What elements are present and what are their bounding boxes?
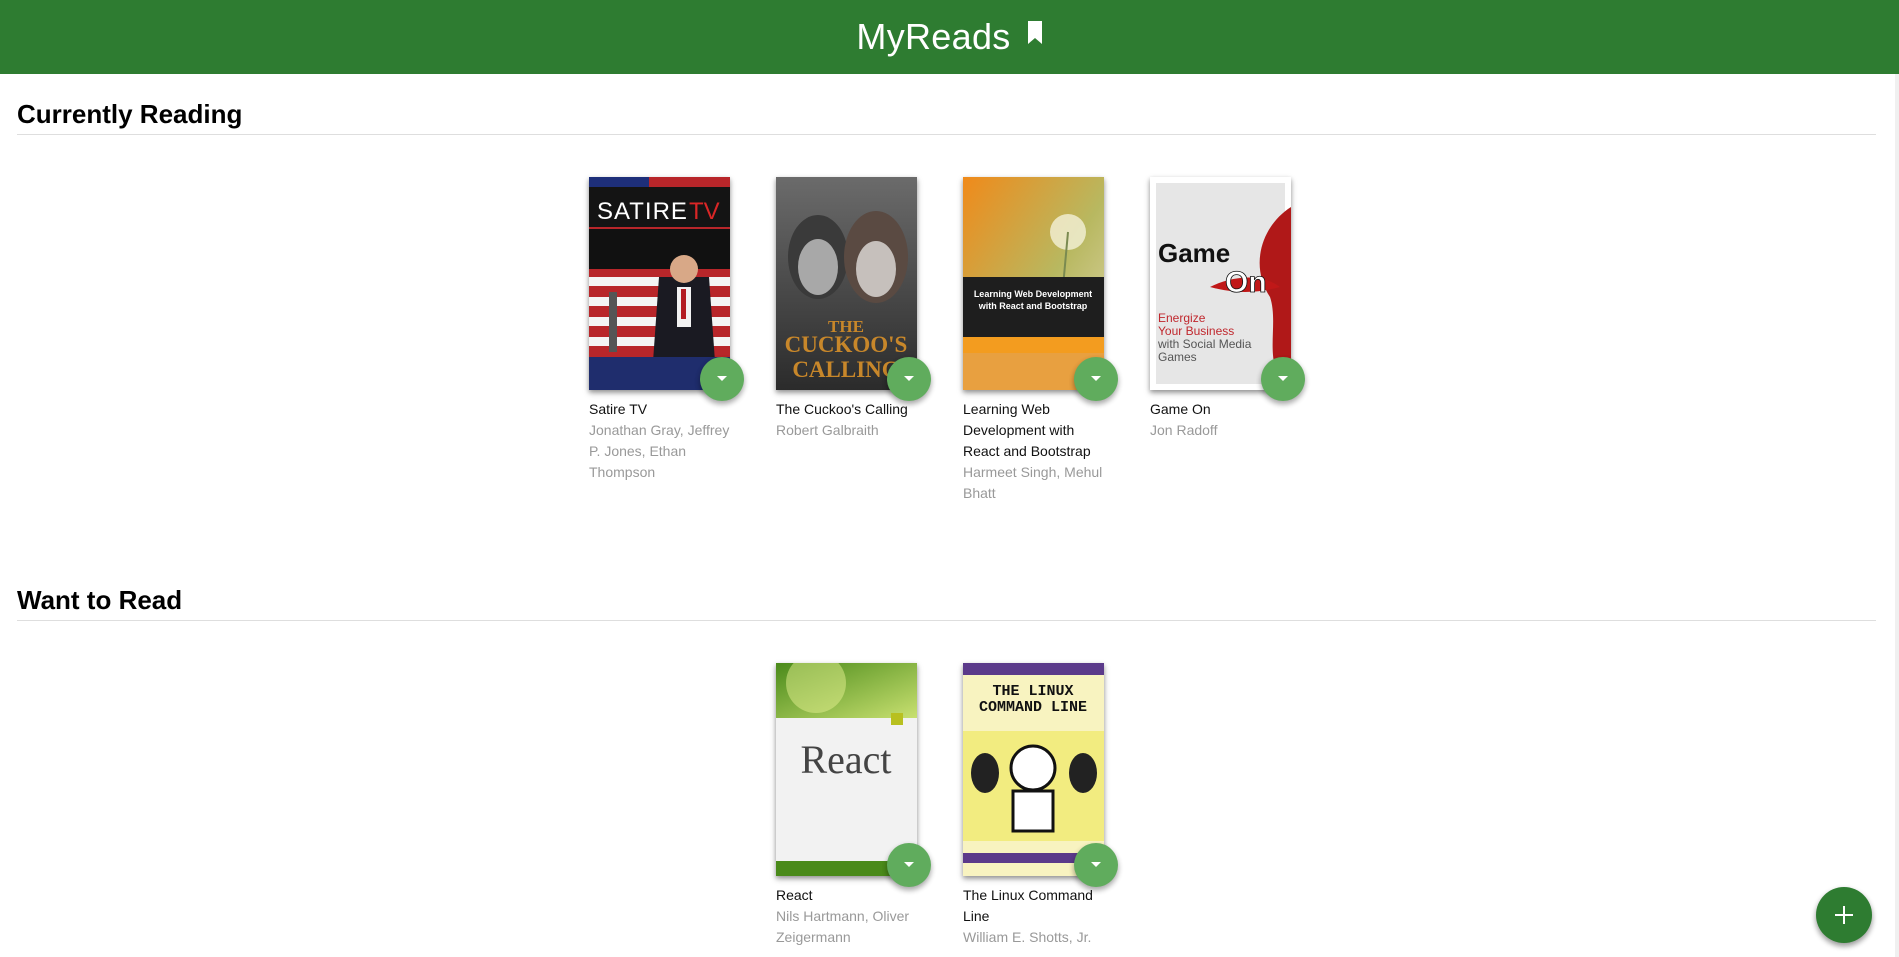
shelf-title-want-to-read: Want to Read xyxy=(17,585,183,615)
scrollbar-track[interactable] xyxy=(1895,74,1899,957)
book-authors: Harmeet Singh, Mehul Bhatt xyxy=(963,464,1103,501)
caret-down-icon xyxy=(717,376,727,381)
svg-text:SATIRE: SATIRE xyxy=(597,198,688,225)
add-book-button[interactable] xyxy=(1816,887,1872,943)
svg-text:CALLING: CALLING xyxy=(792,357,899,382)
caret-down-icon xyxy=(1278,376,1288,381)
svg-text:On: On xyxy=(1225,266,1267,299)
svg-text:Games: Games xyxy=(1158,350,1197,364)
book-cover[interactable]: React xyxy=(776,663,917,876)
book-title: Learning Web Development with React and … xyxy=(963,401,1091,459)
book-title: The Linux Command Line xyxy=(963,887,1093,924)
app-header: MyReads xyxy=(0,0,1899,74)
plus-icon xyxy=(1835,906,1853,924)
book-cover[interactable]: SATIRE TV xyxy=(589,177,730,390)
bookmark-icon xyxy=(1027,12,1043,54)
book-title: The Cuckoo's Calling xyxy=(776,401,908,417)
shelf-changer-button[interactable] xyxy=(1074,843,1118,887)
caret-down-icon xyxy=(904,862,914,867)
svg-text:with Social Media: with Social Media xyxy=(1157,337,1252,351)
book-title: React xyxy=(776,887,813,903)
svg-text:Your Business: Your Business xyxy=(1158,324,1234,338)
shelf-changer-button[interactable] xyxy=(700,357,744,401)
shelf-changer-button[interactable] xyxy=(1074,357,1118,401)
caret-down-icon xyxy=(1091,376,1101,381)
svg-text:THE: THE xyxy=(828,317,864,336)
book-authors: Jonathan Gray, Jeffrey P. Jones, Ethan T… xyxy=(589,422,730,480)
app-title-text: MyReads xyxy=(856,16,1011,57)
shelf-changer-button[interactable] xyxy=(887,357,931,401)
book-cover[interactable]: THE LINUX COMMAND LINE xyxy=(963,663,1104,876)
svg-text:THE LINUX: THE LINUX xyxy=(992,683,1073,700)
book-authors: Nils Hartmann, Oliver Zeigermann xyxy=(776,908,910,945)
svg-text:Learning Web Development: Learning Web Development xyxy=(974,289,1092,299)
book-authors: Robert Galbraith xyxy=(776,422,879,438)
svg-text:with React and Bootstrap: with React and Bootstrap xyxy=(978,301,1088,311)
shelf-divider xyxy=(17,620,1876,621)
svg-text:COMMAND LINE: COMMAND LINE xyxy=(979,699,1087,716)
caret-down-icon xyxy=(1091,862,1101,867)
book-authors: William E. Shotts, Jr. xyxy=(963,929,1092,945)
caret-down-icon xyxy=(904,376,914,381)
shelf-title-currently-reading: Currently Reading xyxy=(17,99,243,129)
book-cover[interactable]: CUCKOO'S THE CALLING xyxy=(776,177,917,390)
svg-text:Game: Game xyxy=(1158,238,1230,268)
svg-text:React: React xyxy=(800,737,891,782)
book-title: Satire TV xyxy=(589,401,648,417)
book-authors: Jon Radoff xyxy=(1150,422,1218,438)
book-cover[interactable]: Learning Web Development with React and … xyxy=(963,177,1104,390)
shelf-changer-button[interactable] xyxy=(1261,357,1305,401)
book-title: Game On xyxy=(1150,401,1211,417)
shelf-divider xyxy=(17,134,1876,135)
shelf-changer-button[interactable] xyxy=(887,843,931,887)
app-title: MyReads xyxy=(856,16,1042,58)
book-cover[interactable]: Game On Energize Your Business with Soci… xyxy=(1150,177,1291,390)
svg-text:Energize: Energize xyxy=(1158,311,1206,325)
svg-text:TV: TV xyxy=(689,198,720,225)
